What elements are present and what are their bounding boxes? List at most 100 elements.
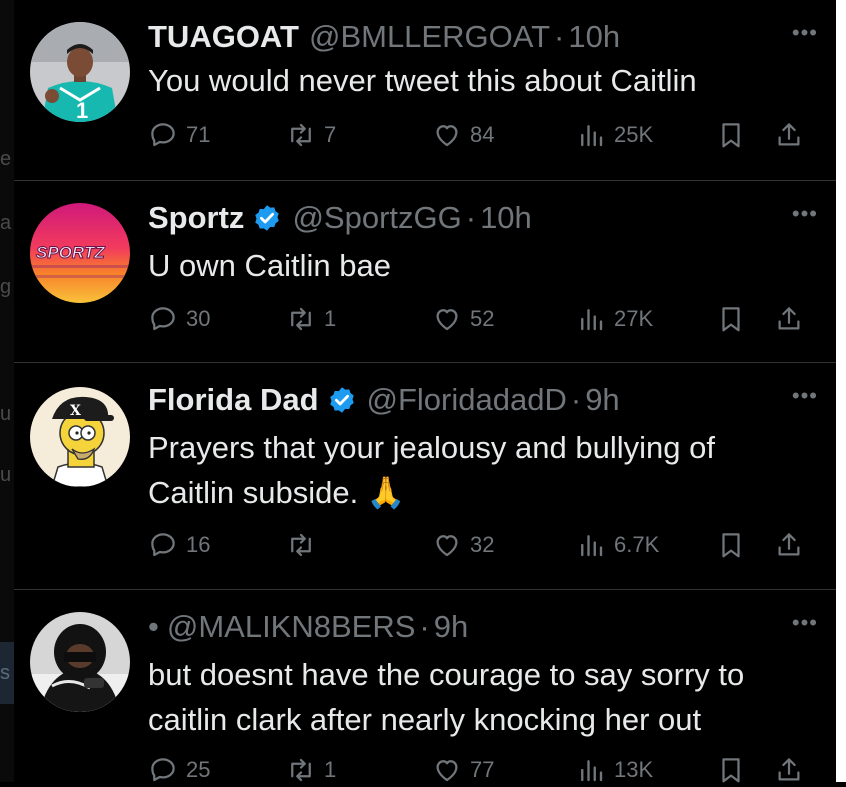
reply-button[interactable]: 16 xyxy=(148,528,210,562)
repost-arrows-icon xyxy=(291,307,311,331)
bar-chart-icon xyxy=(581,125,603,147)
share-upload-icon xyxy=(778,307,800,330)
heart-icon xyxy=(436,760,458,782)
background-text-fragment: e xyxy=(0,148,12,170)
bookmark-icon xyxy=(722,533,740,558)
tweet-text-line: U own Caitlin bae xyxy=(148,248,391,283)
reply-count: 30 xyxy=(186,306,211,331)
display-name[interactable]: TUAGOAT xyxy=(148,19,299,55)
like-button[interactable]: 52 xyxy=(432,302,494,336)
tweet-header: • @MALIKN8BERS · 9h xyxy=(148,604,468,650)
tweet-text-line: caitlin clark after nearly knocking her … xyxy=(148,702,702,737)
speech-bubble-icon xyxy=(151,758,175,782)
avatar-logo-text: SPORTZ xyxy=(36,243,105,262)
share-upload-icon xyxy=(778,123,800,146)
action-bar: 71 7 84 25K xyxy=(148,118,828,152)
like-count: 77 xyxy=(470,757,495,782)
timestamp[interactable]: 10h xyxy=(568,19,620,55)
bookmark-button[interactable] xyxy=(716,302,754,336)
background-text-fragment: s xyxy=(0,662,10,684)
retweet-button[interactable] xyxy=(286,528,324,562)
share-button[interactable] xyxy=(774,528,812,562)
avatar[interactable]: X xyxy=(30,387,130,487)
display-name[interactable]: • xyxy=(148,609,159,645)
tweet[interactable]: SPORTZ Sportz @SportzGG · 10h ••• U own … xyxy=(14,181,836,363)
like-count: 32 xyxy=(470,532,495,557)
ellipsis-icon[interactable]: ••• xyxy=(792,201,818,227)
heart-icon xyxy=(436,125,458,147)
speech-bubble-icon xyxy=(151,307,175,331)
timestamp[interactable]: 9h xyxy=(434,609,468,645)
share-button[interactable] xyxy=(774,302,812,336)
verified-badge-icon xyxy=(329,387,354,413)
avatar[interactable]: SPORTZ xyxy=(30,203,130,303)
timestamp[interactable]: 9h xyxy=(585,382,619,418)
bar-chart-icon xyxy=(581,760,603,782)
user-handle[interactable]: @MALIKN8BERS xyxy=(167,609,416,645)
bookmark-icon xyxy=(722,123,740,148)
like-button[interactable]: 84 xyxy=(432,118,494,152)
tweet-text-line: Caitlin subside. 🙏 xyxy=(148,475,406,510)
separator-dot: · xyxy=(419,609,430,644)
views-button[interactable]: 25K xyxy=(576,118,653,152)
display-name[interactable]: Sportz xyxy=(148,200,244,236)
bookmark-button[interactable] xyxy=(716,528,754,562)
background-text-fragment: u xyxy=(0,403,12,425)
bar-chart-icon xyxy=(581,535,603,557)
like-button[interactable]: 32 xyxy=(432,528,494,562)
svg-text:1: 1 xyxy=(76,98,88,122)
timestamp[interactable]: 10h xyxy=(480,200,532,236)
tweet-header: TUAGOAT @BMLLERGOAT · 10h xyxy=(148,14,620,60)
retweet-count: 7 xyxy=(324,122,337,147)
avatar[interactable] xyxy=(30,612,130,712)
heart-icon xyxy=(436,535,458,557)
views-button[interactable]: 27K xyxy=(576,302,653,336)
tweet[interactable]: • @MALIKN8BERS · 9h ••• but doesnt have … xyxy=(14,590,836,783)
ellipsis-icon[interactable]: ••• xyxy=(792,20,818,46)
reply-count: 71 xyxy=(186,122,211,147)
tweet-text-line: Prayers that your jealousy and bullying … xyxy=(148,430,715,465)
tweet-header: Sportz @SportzGG · 10h xyxy=(148,195,532,241)
heart-icon xyxy=(436,309,458,331)
bookmark-icon xyxy=(722,307,740,332)
speech-bubble-icon xyxy=(151,123,175,147)
tweet-text: Prayers that your jealousy and bullying … xyxy=(148,425,828,515)
verified-badge-icon xyxy=(255,205,280,231)
bar-chart-icon xyxy=(581,309,603,331)
user-handle[interactable]: @FloridadadD xyxy=(367,382,567,418)
views-count: 6.7K xyxy=(614,532,660,557)
background-text-fragment: g xyxy=(0,276,12,298)
tweet[interactable]: X Florida Dad @FloridadadD · 9h ••• Pray… xyxy=(14,363,836,590)
tweet[interactable]: 1 TUAGOAT @BMLLERGOAT · 10h ••• You woul… xyxy=(14,0,836,181)
user-handle[interactable]: @BMLLERGOAT xyxy=(309,19,550,55)
display-name[interactable]: Florida Dad xyxy=(148,382,319,418)
background-text-fragment: u xyxy=(0,464,12,486)
tweet-text-line: You would never tweet this about Caitlin xyxy=(148,63,697,98)
retweet-button[interactable]: 7 xyxy=(286,118,336,152)
views-button[interactable]: 6.7K xyxy=(576,528,659,562)
separator-dot: · xyxy=(465,200,477,235)
background-chip: s xyxy=(0,642,14,704)
retweet-button[interactable]: 1 xyxy=(286,302,336,336)
action-bar: 16 32 6.7K xyxy=(148,528,828,562)
avatar[interactable]: 1 xyxy=(30,22,130,122)
repost-arrows-icon xyxy=(291,533,311,557)
retweet-count: 1 xyxy=(324,306,337,331)
ellipsis-icon[interactable]: ••• xyxy=(792,610,818,636)
share-upload-icon xyxy=(778,758,800,781)
retweet-count: 1 xyxy=(324,757,337,782)
action-bar: 30 1 52 27K xyxy=(148,302,828,336)
separator-dot: · xyxy=(554,19,565,54)
share-button[interactable] xyxy=(774,118,812,152)
avatar-cap-text: X xyxy=(70,403,81,419)
replies-feed: 1 TUAGOAT @BMLLERGOAT · 10h ••• You woul… xyxy=(14,0,836,783)
speech-bubble-icon xyxy=(151,533,175,557)
reply-count: 16 xyxy=(186,532,211,557)
reply-button[interactable]: 30 xyxy=(148,302,210,336)
reply-button[interactable]: 71 xyxy=(148,118,210,152)
share-upload-icon xyxy=(778,533,800,556)
bookmark-button[interactable] xyxy=(716,118,754,152)
ellipsis-icon[interactable]: ••• xyxy=(792,383,818,409)
user-handle[interactable]: @SportzGG xyxy=(292,200,461,236)
like-count: 84 xyxy=(470,122,495,147)
